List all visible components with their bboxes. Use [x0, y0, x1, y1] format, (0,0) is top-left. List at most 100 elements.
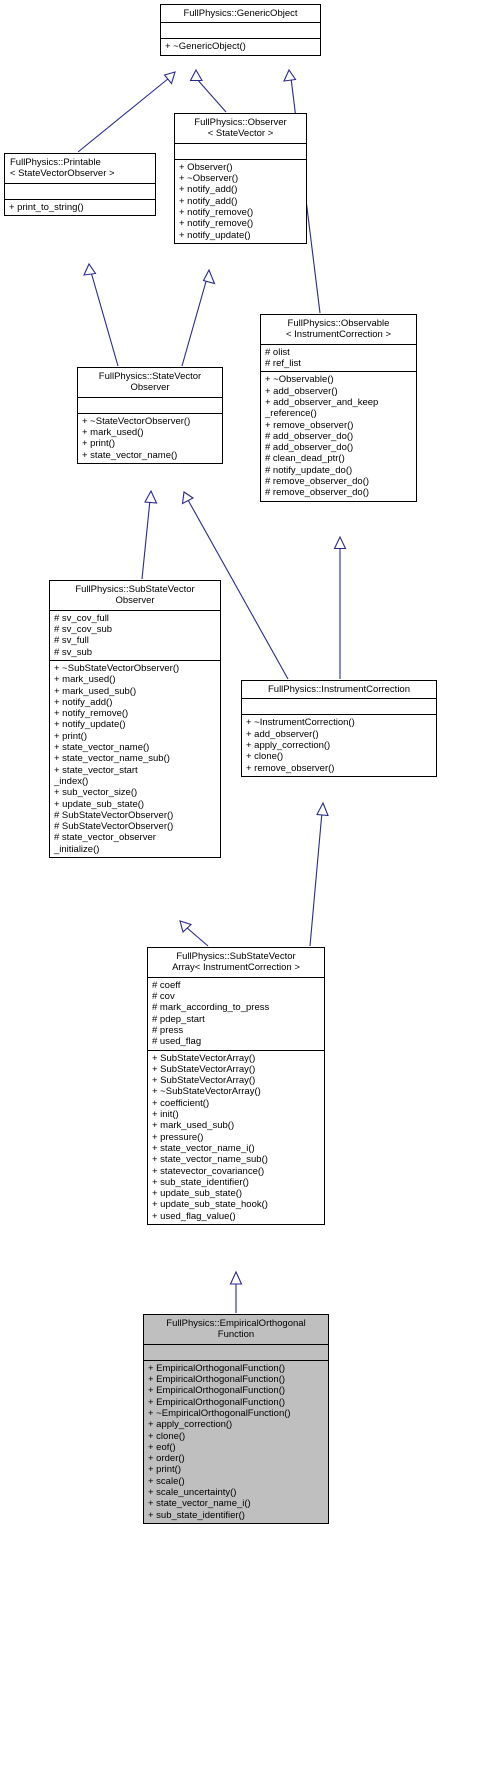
class-operations: + EmpiricalOrthogonalFunction() + Empiri… — [144, 1361, 328, 1523]
operation: + Observer() — [179, 161, 233, 173]
operation: + state_vector_name_i() — [148, 1498, 251, 1510]
operation: + used_flag_value() — [152, 1210, 236, 1222]
operation: + scale_uncertainty() — [148, 1487, 237, 1499]
operation: + ~Observable() — [265, 374, 334, 386]
operation: + notify_add() — [179, 184, 238, 196]
class-node-empirical-orthogonal-function[interactable]: FullPhysics::EmpiricalOrthogonal Functio… — [143, 1314, 329, 1524]
operation: + state_vector_name_i() — [152, 1142, 255, 1154]
attribute: # sv_full — [54, 635, 89, 647]
class-attributes — [5, 184, 155, 199]
operation: + notify_remove() — [179, 207, 254, 218]
class-node-observer-statevector[interactable]: FullPhysics::Observer < StateVector > + … — [174, 113, 307, 244]
operation: + ~StateVectorObserver() — [82, 415, 191, 427]
class-node-instrument-correction[interactable]: FullPhysics::InstrumentCorrection + ~Ins… — [241, 680, 437, 777]
operation: + mark_used_sub() — [54, 685, 137, 697]
operation: + SubStateVectorArray() — [152, 1075, 256, 1087]
class-operations: + ~StateVectorObserver() + mark_used() +… — [78, 414, 222, 463]
edge-instrumentcorrection-to-observable — [333, 535, 347, 679]
operation: + add_observer() — [246, 728, 319, 740]
class-title: FullPhysics::Observer < StateVector > — [194, 117, 287, 140]
operation: + add_observer_and_keep _reference() — [265, 397, 379, 420]
operation: + pressure() — [152, 1131, 204, 1143]
class-attributes — [175, 144, 306, 159]
operation: # add_observer_do() — [265, 442, 354, 454]
operation: + EmpiricalOrthogonalFunction() — [148, 1385, 286, 1397]
class-operations: + ~InstrumentCorrection() + add_observer… — [242, 715, 436, 775]
class-attributes: # olist # ref_list — [261, 345, 416, 372]
edge-eof-to-subsvarray — [229, 1270, 243, 1313]
operation: # state_vector_observer _initialize() — [54, 832, 156, 855]
uml-class-diagram: FullPhysics::GenericObject + ~GenericObj… — [0, 0, 502, 1785]
operation: + order() — [148, 1453, 185, 1465]
operation: + print() — [54, 730, 87, 742]
operation: + mark_used() — [82, 427, 144, 439]
class-title: FullPhysics::Printable < StateVectorObse… — [10, 157, 115, 180]
operation: + print_to_string() — [9, 201, 84, 213]
class-title: FullPhysics::StateVector Observer — [98, 371, 202, 394]
class-operations: + ~Observable() + add_observer() + add_o… — [261, 372, 416, 500]
operation: + ~Observer() — [179, 173, 239, 185]
class-operations: + Observer() + ~Observer() + notify_add(… — [175, 160, 306, 243]
operation: + apply_correction() — [246, 740, 331, 751]
class-node-sub-state-vector-array[interactable]: FullPhysics::SubStateVector Array< Instr… — [147, 947, 325, 1226]
edge-subsvarray-to-subsvobserver — [179, 920, 209, 947]
operation: + update_sub_state() — [152, 1188, 243, 1200]
operation: + notify_remove() — [54, 708, 129, 720]
attribute: # mark_according_to_press — [152, 1002, 270, 1014]
attribute: # cov — [152, 991, 175, 1003]
operation: + EmpiricalOrthogonalFunction() — [148, 1374, 286, 1386]
operation: + clone() — [148, 1430, 186, 1442]
operation: + SubStateVectorArray() — [152, 1063, 256, 1075]
operation: + init() — [152, 1109, 179, 1121]
operation: + ~InstrumentCorrection() — [246, 717, 355, 729]
edge-observer-to-genericobject — [189, 68, 227, 113]
class-node-printable-statevectorobserver[interactable]: FullPhysics::Printable < StateVectorObse… — [4, 153, 156, 217]
class-attributes: # coeff # cov # mark_according_to_press … — [148, 978, 324, 1050]
class-node-state-vector-observer[interactable]: FullPhysics::StateVector Observer + ~Sta… — [77, 367, 223, 464]
operation: + state_vector_name() — [82, 449, 178, 461]
attribute: # pdep_start — [152, 1013, 205, 1025]
attribute: # sv_sub — [54, 646, 93, 658]
operation: + state_vector_name_sub() — [152, 1154, 268, 1166]
attribute: # olist — [265, 346, 290, 358]
operation: + sub_vector_size() — [54, 787, 138, 799]
operation: + notify_update() — [54, 719, 126, 731]
class-attributes: # sv_cov_full # sv_cov_sub # sv_full # s… — [50, 611, 220, 660]
operation: # notify_update_do() — [265, 464, 353, 476]
class-node-sub-state-vector-observer[interactable]: FullPhysics::SubStateVector Observer # s… — [49, 580, 221, 859]
class-title: FullPhysics::SubStateVector Observer — [75, 584, 195, 607]
class-operations: + print_to_string() — [5, 200, 155, 215]
operation: + EmpiricalOrthogonalFunction() — [148, 1396, 286, 1408]
class-node-observable-instrumentcorrection[interactable]: FullPhysics::Observable < InstrumentCorr… — [260, 314, 417, 502]
operation: + mark_used() — [54, 674, 116, 686]
operation: + sub_state_identifier() — [152, 1176, 249, 1188]
attribute: # sv_cov_sub — [54, 624, 113, 636]
operation: + remove_observer() — [265, 419, 354, 431]
attribute: # ref_list — [265, 358, 301, 370]
operation: + coefficient() — [152, 1097, 210, 1109]
operation: + mark_used_sub() — [152, 1120, 235, 1132]
class-node-generic-object[interactable]: FullPhysics::GenericObject + ~GenericObj… — [160, 4, 321, 56]
operation: + eof() — [148, 1441, 176, 1453]
operation: + notify_remove() — [179, 218, 254, 230]
class-operations: + ~SubStateVectorObserver() + mark_used(… — [50, 661, 220, 857]
operation: + ~SubStateVectorArray() — [152, 1086, 261, 1098]
operation: # clean_dead_ptr() — [265, 453, 345, 465]
operation: + notify_add() — [179, 195, 238, 207]
edge-subsvobserver-to-svobserver — [141, 489, 158, 580]
class-title: FullPhysics::EmpiricalOrthogonal Functio… — [166, 1318, 306, 1341]
operation: + state_vector_name() — [54, 742, 150, 754]
class-title: FullPhysics::Observable < InstrumentCorr… — [285, 318, 392, 341]
operation: # add_observer_do() — [265, 430, 354, 442]
operation: + apply_correction() — [148, 1419, 233, 1431]
edge-subsvarray-to-instrumentcorrection — [309, 801, 329, 947]
operation: + ~EmpiricalOrthogonalFunction() — [148, 1408, 291, 1419]
operation: + update_sub_state() — [54, 798, 145, 810]
operation: + remove_observer() — [246, 762, 335, 774]
class-attributes — [242, 699, 436, 714]
edge-svobserver-to-observer — [181, 268, 216, 367]
operation: # SubStateVectorObserver() — [54, 821, 174, 833]
operation: # remove_observer_do() — [265, 487, 370, 499]
class-title: FullPhysics::SubStateVector Array< Instr… — [172, 951, 300, 974]
class-title: FullPhysics::InstrumentCorrection — [267, 684, 411, 695]
